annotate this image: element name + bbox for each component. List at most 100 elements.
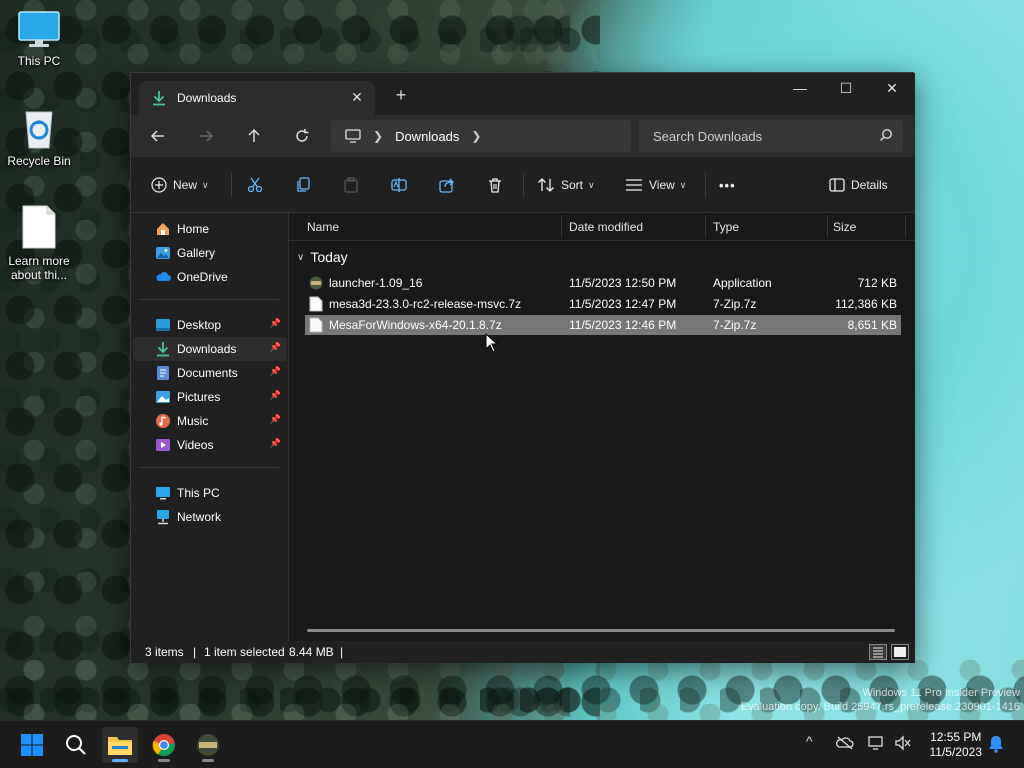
sidebar-item-onedrive[interactable]: OneDrive — [133, 265, 287, 289]
share-button[interactable] — [439, 169, 455, 201]
forward-button[interactable] — [191, 123, 221, 149]
scissors-icon — [247, 177, 263, 193]
pin-icon[interactable]: 📌 — [270, 414, 281, 425]
sidebar-item-music[interactable]: Music 📌 — [133, 409, 287, 433]
delete-button[interactable] — [487, 169, 503, 201]
onedrive-offline-icon[interactable] — [836, 735, 854, 751]
download-arrow-icon — [153, 91, 165, 106]
column-header-type[interactable]: Type — [713, 220, 739, 234]
network-status-icon[interactable] — [868, 735, 886, 751]
start-button[interactable] — [14, 727, 50, 763]
paste-button[interactable] — [343, 169, 359, 201]
tab-close-icon[interactable]: ✕ — [349, 89, 365, 105]
pin-icon[interactable]: 📌 — [270, 366, 281, 377]
taskbar-app-launcher[interactable] — [190, 727, 226, 763]
clipboard-icon — [344, 177, 358, 193]
rename-button[interactable] — [391, 169, 407, 201]
address-bar[interactable]: ❯ Downloads ❯ — [331, 120, 631, 152]
sidebar-item-pictures[interactable]: Pictures 📌 — [133, 385, 287, 409]
column-divider[interactable] — [705, 215, 706, 237]
desktop-icon — [156, 319, 170, 331]
clock[interactable]: 12:55 PM 11/5/2023 — [930, 730, 983, 760]
view-list-icon — [626, 179, 642, 191]
sidebar-item-label: Documents — [177, 366, 238, 380]
search-button[interactable] — [58, 727, 94, 763]
view-label: View — [649, 178, 675, 192]
refresh-button[interactable] — [287, 123, 317, 149]
sidebar-item-gallery[interactable]: Gallery — [133, 241, 287, 265]
desktop-icon-recycle-bin[interactable]: Recycle Bin — [0, 106, 78, 168]
column-divider[interactable] — [561, 215, 562, 237]
file-size: 112,386 KB — [835, 297, 897, 311]
pictures-icon — [156, 391, 170, 403]
sidebar-item-label: Videos — [177, 438, 214, 452]
pin-icon[interactable]: 📌 — [270, 390, 281, 401]
taskbar-app-chrome[interactable] — [146, 727, 182, 763]
pin-icon[interactable]: 📌 — [270, 342, 281, 353]
pin-icon[interactable]: 📌 — [270, 438, 281, 449]
show-hidden-icons-button[interactable]: ^ — [806, 733, 813, 749]
address-row: ❯ Downloads ❯ Search Downloads — [131, 115, 915, 157]
view-button[interactable]: View ∨ — [625, 169, 686, 201]
column-header-date[interactable]: Date modified — [569, 220, 643, 234]
desktop-icon-learn-more[interactable]: Learn more about thi... — [0, 204, 78, 282]
details-pane-button[interactable]: Details — [829, 169, 888, 201]
up-button[interactable] — [239, 123, 269, 149]
column-divider[interactable] — [905, 215, 906, 237]
minimize-button[interactable]: — — [777, 73, 823, 103]
search-input[interactable]: Search Downloads — [639, 120, 903, 152]
chevron-right-icon[interactable]: ❯ — [373, 129, 383, 143]
pin-icon[interactable]: 📌 — [270, 318, 281, 329]
chevron-down-icon: ∨ — [588, 179, 595, 190]
file-type: 7-Zip.7z — [713, 318, 757, 332]
close-button[interactable]: ✕ — [869, 73, 915, 103]
chevron-down-icon: ∨ — [297, 251, 305, 263]
sidebar-item-network[interactable]: Network — [133, 505, 287, 529]
volume-muted-icon[interactable] — [894, 735, 912, 751]
cut-button[interactable] — [247, 169, 263, 201]
new-button[interactable]: New ∨ — [151, 169, 209, 201]
details-view-button[interactable] — [869, 644, 887, 660]
column-header-name[interactable]: Name — [307, 220, 339, 234]
sidebar-item-home[interactable]: Home — [133, 217, 287, 241]
music-icon — [156, 414, 170, 428]
more-options-button[interactable]: ••• — [719, 169, 736, 201]
notification-bell-icon[interactable] — [988, 735, 1004, 753]
table-row-selected[interactable]: MesaForWindows-x64-20.1.8.7z 11/5/2023 1… — [305, 315, 901, 335]
back-button[interactable] — [143, 123, 173, 149]
sidebar-item-label: Downloads — [177, 342, 237, 356]
taskbar-app-file-explorer[interactable] — [102, 727, 138, 763]
breadcrumb-downloads[interactable]: Downloads — [395, 129, 459, 144]
desktop-icon-this-pc[interactable]: This PC — [0, 10, 78, 68]
file-type: Application — [713, 276, 772, 290]
group-header-today[interactable]: ∨ Today — [297, 249, 348, 265]
sidebar-item-this-pc[interactable]: This PC — [133, 481, 287, 505]
sidebar-item-documents[interactable]: Documents 📌 — [133, 361, 287, 385]
sidebar-item-label: Desktop — [177, 318, 222, 332]
sidebar-item-label: Home — [177, 222, 210, 236]
horizontal-scrollbar[interactable] — [307, 629, 895, 632]
desktop-icon-label: This PC — [17, 54, 61, 68]
desktop-icon-label: Recycle Bin — [7, 154, 71, 168]
column-header-size[interactable]: Size — [833, 220, 856, 234]
monitor-icon — [345, 129, 361, 143]
sidebar-item-downloads[interactable]: Downloads 📌 — [133, 337, 287, 361]
new-tab-button[interactable]: + — [391, 85, 411, 106]
maximize-button[interactable]: ☐ — [823, 73, 869, 103]
column-divider[interactable] — [827, 215, 828, 237]
launcher-app-icon — [197, 734, 219, 756]
table-row[interactable]: launcher-1.09_16 11/5/2023 12:50 PM Appl… — [305, 273, 901, 293]
copy-button[interactable] — [295, 169, 311, 201]
status-separator: | — [193, 645, 197, 659]
cloud-icon — [156, 272, 171, 281]
table-row[interactable]: mesa3d-23.3.0-rc2-release-msvc.7z 11/5/2… — [305, 294, 901, 314]
sidebar-item-desktop[interactable]: Desktop 📌 — [133, 313, 287, 337]
tab-downloads[interactable]: Downloads ✕ — [139, 81, 375, 115]
chevron-right-icon[interactable]: ❯ — [471, 129, 481, 143]
sort-button[interactable]: Sort ∨ — [537, 169, 595, 201]
active-indicator — [112, 759, 128, 762]
sidebar-item-videos[interactable]: Videos 📌 — [133, 433, 287, 457]
tiles-view-button[interactable] — [891, 644, 909, 660]
file-size: 712 KB — [857, 276, 897, 290]
title-bar[interactable]: Downloads ✕ + — ☐ ✕ — [131, 73, 915, 115]
